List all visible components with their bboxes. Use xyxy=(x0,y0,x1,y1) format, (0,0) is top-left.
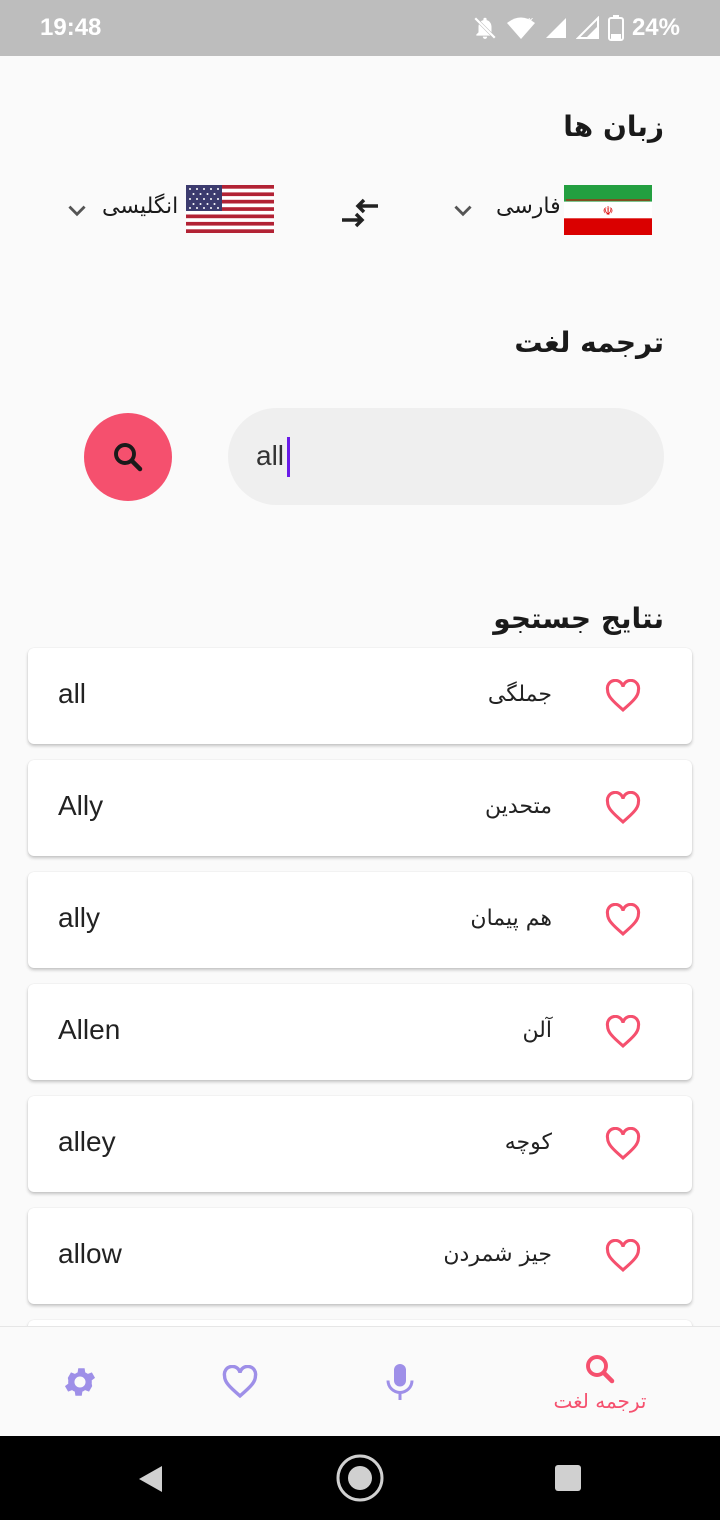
battery-icon xyxy=(607,15,624,41)
settings-icon xyxy=(64,1368,96,1396)
svg-text:x: x xyxy=(528,16,534,26)
wifi-icon: x xyxy=(506,16,535,39)
result-word: allow xyxy=(58,1238,122,1269)
result-translation: کوچه xyxy=(504,1130,552,1155)
result-translation: آلن xyxy=(522,1018,552,1043)
heart-icon[interactable] xyxy=(604,1127,642,1161)
translate-title: ترجمه لغت xyxy=(514,326,664,359)
list-item[interactable]: allow جیز شمردن xyxy=(28,1208,692,1304)
usa-flag-icon xyxy=(186,185,274,233)
system-navigation-bar xyxy=(0,1436,720,1520)
text-caret xyxy=(287,437,290,477)
list-item[interactable]: Ally متحدین xyxy=(28,760,692,856)
nav-translate-label: ترجمه لغت xyxy=(553,1389,647,1413)
result-word: Ally xyxy=(58,790,104,821)
signal-icon xyxy=(545,18,566,38)
mute-notifications-icon xyxy=(474,17,496,39)
list-item[interactable]: Allen آلن xyxy=(28,984,692,1080)
results-title: نتایج جستجو xyxy=(493,602,664,635)
chevron-down-icon[interactable] xyxy=(450,198,476,224)
status-icons: x 24% xyxy=(472,14,680,42)
heart-icon[interactable] xyxy=(604,679,642,713)
chevron-down-icon[interactable] xyxy=(64,198,90,224)
mic-icon xyxy=(386,1364,414,1400)
result-translation: هم پیمان xyxy=(470,906,552,931)
nav-translate[interactable]: ترجمه لغت xyxy=(530,1327,670,1437)
list-item[interactable]: ally هم پیمان xyxy=(28,872,692,968)
swap-languages-icon[interactable] xyxy=(340,196,380,230)
nav-favorites[interactable] xyxy=(200,1327,280,1437)
back-icon[interactable] xyxy=(136,1464,166,1494)
heart-icon[interactable] xyxy=(604,903,642,937)
search-button[interactable] xyxy=(84,413,172,501)
battery-percent: 24% xyxy=(631,14,680,41)
result-word: ally xyxy=(58,902,101,933)
result-word: Allen xyxy=(58,1014,121,1045)
status-time: 19:48 xyxy=(40,14,102,41)
bottom-navigation: ترجمه لغت xyxy=(0,1326,720,1437)
heart-icon[interactable] xyxy=(604,791,642,825)
result-word: alley xyxy=(58,1126,116,1157)
source-language-label[interactable]: فارسی xyxy=(496,194,561,219)
list-item[interactable]: all جملگی xyxy=(28,648,692,744)
search-icon xyxy=(114,443,143,472)
language-selector-row: انگلیسی فارسی ☫ xyxy=(0,180,720,244)
nav-voice[interactable] xyxy=(360,1327,440,1437)
heart-icon[interactable] xyxy=(604,1015,642,1049)
signal-icon-2 xyxy=(575,16,599,39)
search-input[interactable] xyxy=(256,436,636,476)
search-field[interactable] xyxy=(228,408,664,505)
result-translation: جیز شمردن xyxy=(443,1242,552,1267)
result-translation: متحدین xyxy=(484,794,552,819)
result-translation: جملگی xyxy=(487,682,552,707)
languages-title: زبان ها xyxy=(563,110,664,143)
target-language-label[interactable]: انگلیسی xyxy=(102,194,178,219)
nav-settings[interactable] xyxy=(40,1327,120,1437)
status-bar: 19:48 x 24% xyxy=(0,0,720,56)
list-item[interactable]: alley کوچه xyxy=(28,1096,692,1192)
iran-flag-icon: ☫ xyxy=(564,185,652,235)
search-icon xyxy=(586,1355,615,1384)
heart-icon[interactable] xyxy=(604,1239,642,1273)
heart-icon xyxy=(222,1365,258,1399)
home-icon[interactable] xyxy=(334,1452,386,1504)
result-word: all xyxy=(58,678,87,709)
recents-icon[interactable] xyxy=(554,1464,582,1492)
svg-text:☫: ☫ xyxy=(603,204,614,218)
